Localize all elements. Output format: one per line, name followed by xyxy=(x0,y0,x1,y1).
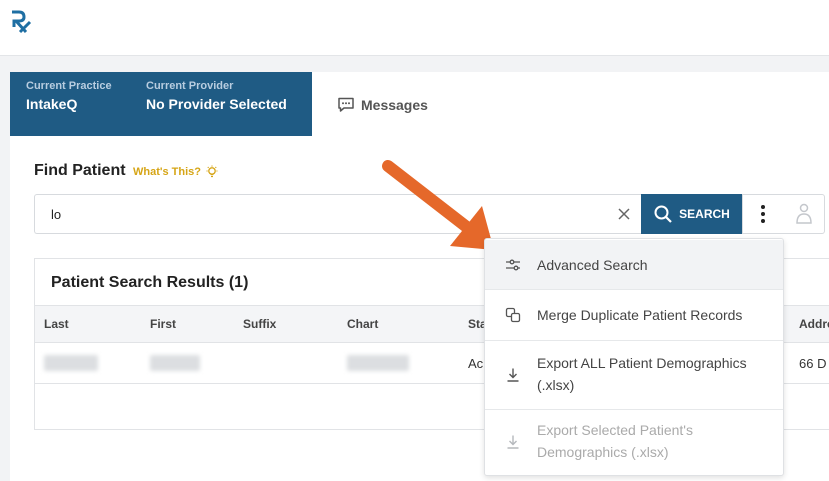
messages-label: Messages xyxy=(361,97,428,113)
menu-item-label: Advanced Search xyxy=(537,257,648,273)
column-last[interactable]: Last xyxy=(44,317,69,331)
column-address[interactable]: Addre xyxy=(799,317,829,331)
sliders-icon xyxy=(506,259,520,271)
results-title: Patient Search Results (1) xyxy=(51,274,249,291)
copy-icon xyxy=(505,307,521,323)
menu-item-advanced-search[interactable]: Advanced Search xyxy=(485,240,783,290)
menu-item-label: Export ALL Patient Demographics (.xlsx) xyxy=(537,355,747,393)
download-icon xyxy=(507,435,519,449)
search-button[interactable]: SEARCH xyxy=(641,194,742,234)
redacted-chart xyxy=(347,355,409,371)
context-bar: Current Practice IntakeQ Current Provide… xyxy=(10,72,829,136)
message-bubble-icon xyxy=(338,97,354,112)
row-address: 66 D xyxy=(799,356,827,371)
search-icon xyxy=(654,205,672,223)
menu-item-export-selected[interactable]: Export Selected Patient's Demographics (… xyxy=(485,410,783,474)
lightbulb-icon xyxy=(206,165,218,178)
whats-this-label: What's This? xyxy=(133,166,202,178)
clear-icon[interactable] xyxy=(617,207,631,221)
practice-provider-block[interactable]: Current Practice IntakeQ Current Provide… xyxy=(10,72,312,136)
search-field xyxy=(34,194,641,234)
current-practice-value: IntakeQ xyxy=(26,96,78,112)
column-first[interactable]: First xyxy=(150,317,176,331)
kebab-menu-icon xyxy=(761,205,765,223)
whats-this-link[interactable]: What's This? xyxy=(133,165,219,179)
current-provider-value: No Provider Selected xyxy=(146,96,287,112)
menu-item-label: Merge Duplicate Patient Records xyxy=(537,307,743,323)
download-icon xyxy=(507,368,519,382)
messages-tab[interactable]: Messages xyxy=(337,95,428,115)
more-options-menu: Advanced Search Merge Duplicate Patient … xyxy=(484,238,784,476)
redacted-first-name xyxy=(150,355,200,371)
column-chart[interactable]: Chart xyxy=(347,317,378,331)
person-icon xyxy=(795,203,812,224)
row-status: Ac xyxy=(468,356,484,371)
menu-item-export-all[interactable]: Export ALL Patient Demographics (.xlsx) xyxy=(485,341,783,409)
current-provider-label: Current Provider xyxy=(146,80,234,92)
current-practice-label: Current Practice xyxy=(26,80,112,92)
annotation-arrow-icon xyxy=(382,160,494,250)
find-patient-title: Find Patient xyxy=(34,162,126,179)
redacted-last-name xyxy=(44,355,98,371)
menu-item-merge-duplicates[interactable]: Merge Duplicate Patient Records xyxy=(485,290,783,340)
rx-logo-icon[interactable] xyxy=(10,10,32,34)
search-button-label: SEARCH xyxy=(679,207,730,221)
column-suffix[interactable]: Suffix xyxy=(243,317,276,331)
top-bar xyxy=(0,0,829,56)
add-patient-button[interactable] xyxy=(783,194,825,234)
menu-item-label: Export Selected Patient's Demographics (… xyxy=(537,422,693,460)
patient-search-input[interactable] xyxy=(35,195,605,233)
more-options-button[interactable] xyxy=(742,194,784,234)
